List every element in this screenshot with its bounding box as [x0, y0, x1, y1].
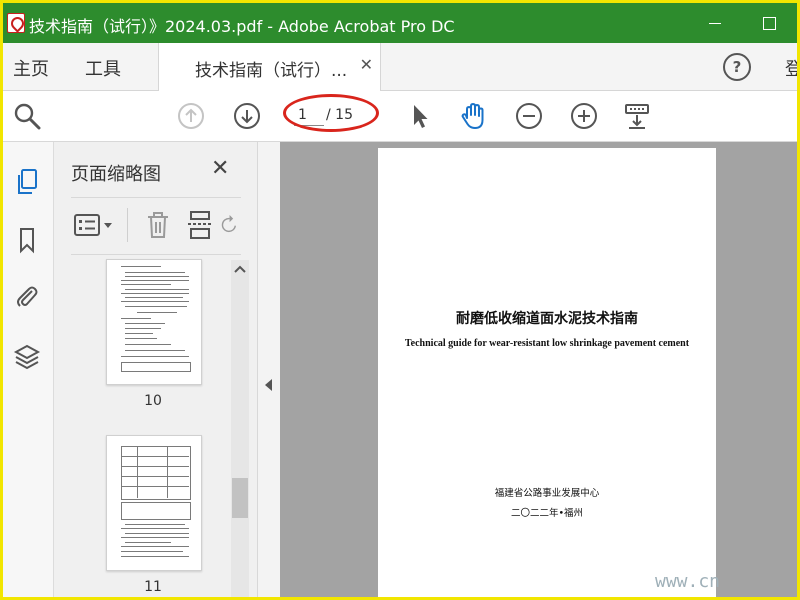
window-title: 技术指南（试行）》2024.03.pdf - Adobe Acrobat Pro… [29, 17, 455, 36]
close-tab-icon[interactable]: ✕ [360, 55, 373, 74]
scrollbar-thumb[interactable] [232, 478, 248, 518]
signin-link[interactable]: 登 [785, 55, 797, 81]
hand-icon[interactable] [457, 100, 489, 132]
document-viewport: 耐磨低收缩道面水泥技术指南 Technical guide for wear-r… [280, 142, 797, 597]
magnifier-icon[interactable] [11, 100, 43, 132]
thumbnail-label: 11 [144, 579, 162, 595]
help-icon[interactable]: ? [723, 53, 751, 81]
thumbnail-panel: 页面缩略图 ✕ 10 11 [54, 142, 258, 597]
minus-circle-icon[interactable] [513, 100, 545, 132]
attachment-icon[interactable] [11, 280, 43, 312]
chevron-left-icon [265, 379, 272, 391]
trash-icon[interactable] [143, 210, 173, 240]
scroll-up-icon[interactable] [233, 262, 247, 276]
watermark-text: www.cn [655, 571, 721, 592]
plus-circle-icon[interactable] [568, 100, 600, 132]
title-bar: 技术指南（试行）》2024.03.pdf - Adobe Acrobat Pro… [3, 3, 797, 43]
document-title-en: Technical guide for wear-resistant low s… [404, 338, 690, 349]
insert-pages-icon[interactable] [185, 210, 215, 240]
page-thumbnails-icon[interactable] [11, 166, 43, 198]
page-thumbnail[interactable] [106, 435, 202, 571]
annotation-ellipse [283, 94, 379, 132]
thumbnail-label: 10 [144, 393, 162, 409]
acrobat-app-icon [7, 13, 25, 33]
close-panel-icon[interactable]: ✕ [211, 156, 229, 181]
app-window: 技术指南（试行）》2024.03.pdf - Adobe Acrobat Pro… [0, 0, 800, 600]
bookmark-icon[interactable] [11, 224, 43, 256]
panel-title: 页面缩略图 [71, 164, 161, 185]
document-title-cn: 耐磨低收缩道面水泥技术指南 [456, 311, 638, 327]
tab-bar: 主页 工具 技术指南（试行）... ✕ ? 登 [3, 43, 797, 91]
document-page: 耐磨低收缩道面水泥技术指南 Technical guide for wear-r… [378, 148, 716, 597]
tab-tools[interactable]: 工具 [85, 55, 121, 81]
panel-toolbar [71, 197, 241, 255]
document-organization: 福建省公路事业发展中心 [494, 488, 600, 499]
toolbar: / 15 [3, 91, 797, 142]
options-menu-icon[interactable] [73, 210, 117, 240]
thumbnail-scrollbar[interactable] [231, 260, 249, 597]
rotate-icon[interactable] [221, 210, 241, 240]
maximize-button[interactable] [755, 9, 783, 37]
minimize-button[interactable] [701, 9, 729, 37]
page-thumbnail[interactable] [106, 259, 202, 385]
layers-icon[interactable] [11, 340, 43, 372]
cursor-arrow-icon[interactable] [403, 100, 435, 132]
arrow-up-circle-icon[interactable] [175, 100, 207, 132]
arrow-down-circle-icon[interactable] [231, 100, 263, 132]
document-tab-label: 技术指南（试行）... [195, 61, 348, 81]
navigation-rail [3, 142, 54, 597]
toolbar-divider [127, 208, 128, 242]
fit-page-icon[interactable] [621, 100, 653, 132]
tab-document[interactable]: 技术指南（试行）... ✕ [158, 43, 381, 91]
document-date: 二〇二二年•福州 [510, 508, 584, 519]
panel-collapse-handle[interactable] [258, 142, 280, 597]
tab-home[interactable]: 主页 [13, 55, 49, 81]
